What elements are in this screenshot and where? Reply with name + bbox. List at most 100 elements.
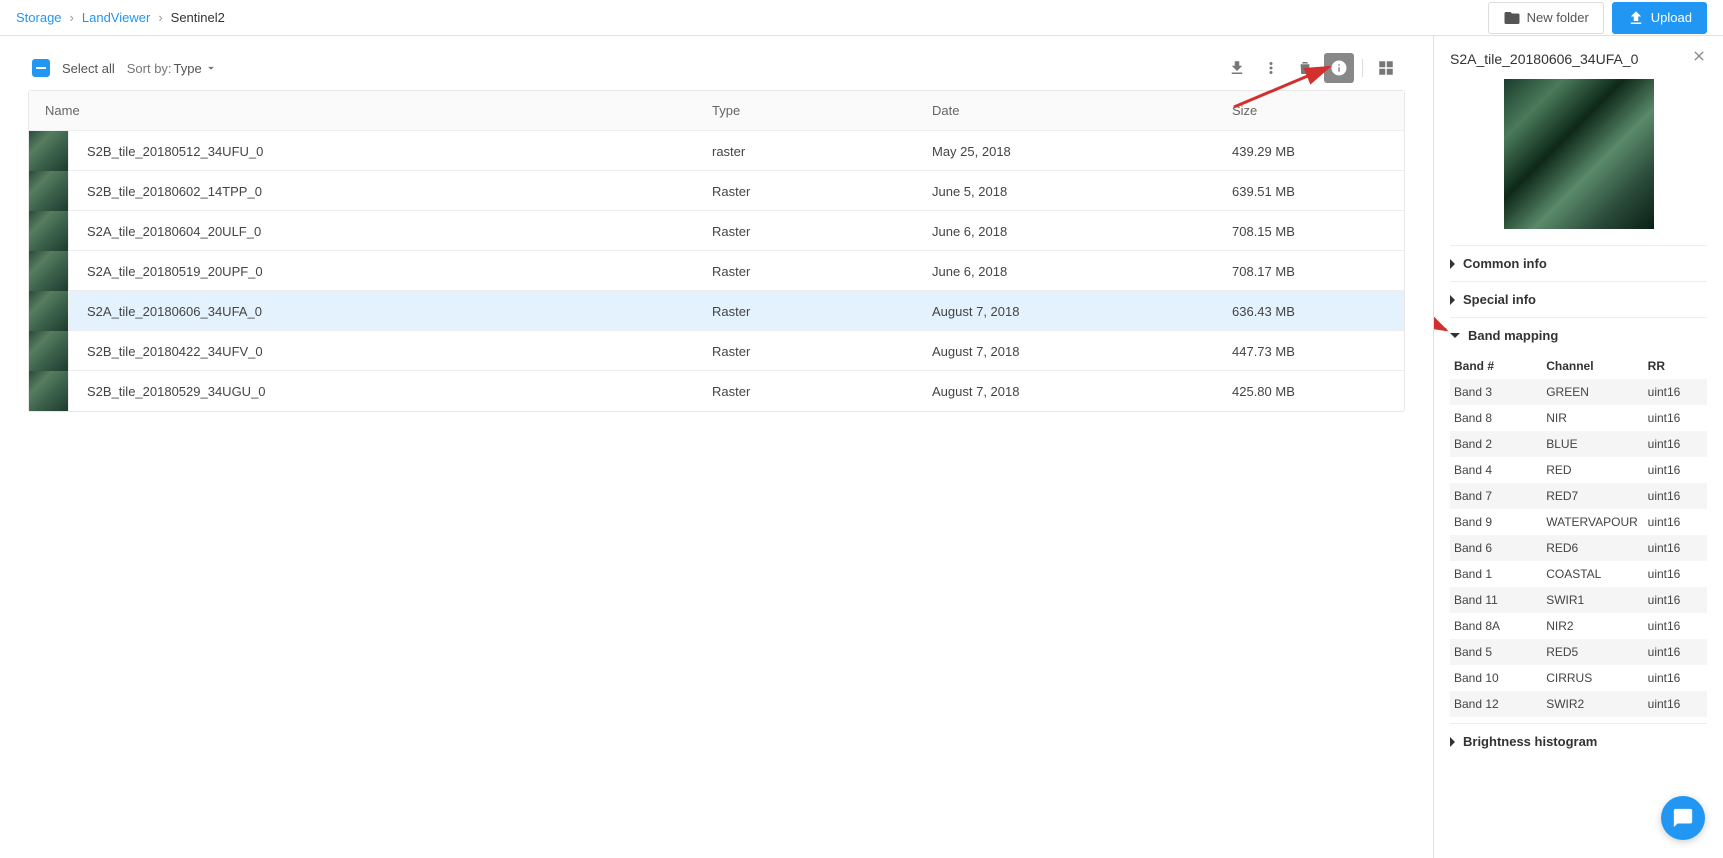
- band-row: Band 6RED6uint16: [1450, 535, 1707, 561]
- band-rr: uint16: [1648, 593, 1703, 607]
- section-band-mapping[interactable]: Band mapping: [1450, 317, 1707, 353]
- cell-size: 447.73 MB: [1232, 344, 1392, 359]
- cell-name: S2A_tile_20180604_20ULF_0: [87, 224, 712, 239]
- row-thumbnail: [29, 211, 69, 251]
- band-rr: uint16: [1648, 463, 1703, 477]
- band-channel: NIR2: [1546, 619, 1647, 633]
- band-row: Band 1COASTALuint16: [1450, 561, 1707, 587]
- row-thumbnail: [29, 371, 69, 411]
- folder-plus-icon: [1503, 9, 1521, 27]
- cell-date: June 5, 2018: [932, 184, 1232, 199]
- band-row: Band 8NIRuint16: [1450, 405, 1707, 431]
- breadcrumb-link-landviewer[interactable]: LandViewer: [82, 10, 150, 25]
- cell-size: 708.17 MB: [1232, 264, 1392, 279]
- section-brightness-histogram[interactable]: Brightness histogram: [1450, 723, 1707, 759]
- band-rr: uint16: [1648, 515, 1703, 529]
- panel-title: S2A_tile_20180606_34UFA_0: [1450, 51, 1638, 67]
- bandcol-channel: Channel: [1546, 359, 1647, 373]
- band-rr: uint16: [1648, 437, 1703, 451]
- band-rr: uint16: [1648, 385, 1703, 399]
- band-num: Band 7: [1454, 489, 1546, 503]
- cell-type: Raster: [712, 344, 932, 359]
- breadcrumb-sep: ›: [158, 10, 162, 25]
- cell-size: 439.29 MB: [1232, 144, 1392, 159]
- chevron-right-icon: [1450, 295, 1455, 305]
- info-icon: [1330, 59, 1348, 77]
- breadcrumb-sep: ›: [70, 10, 74, 25]
- delete-button[interactable]: [1290, 53, 1320, 83]
- cell-type: Raster: [712, 224, 932, 239]
- band-rr: uint16: [1648, 567, 1703, 581]
- section-special-info[interactable]: Special info: [1450, 281, 1707, 317]
- info-button[interactable]: [1324, 53, 1354, 83]
- band-num: Band 4: [1454, 463, 1546, 477]
- cell-date: June 6, 2018: [932, 224, 1232, 239]
- sort-control[interactable]: Sort by: Type: [127, 61, 218, 76]
- page-header: Storage › LandViewer › Sentinel2 New fol…: [0, 0, 1723, 36]
- more-vert-icon: [1262, 59, 1280, 77]
- row-thumbnail: [29, 331, 69, 371]
- band-row: Band 12SWIR2uint16: [1450, 691, 1707, 717]
- breadcrumb: Storage › LandViewer › Sentinel2: [16, 10, 225, 25]
- section-common-info[interactable]: Common info: [1450, 245, 1707, 281]
- new-folder-button[interactable]: New folder: [1488, 2, 1604, 34]
- band-num: Band 12: [1454, 697, 1546, 711]
- chevron-right-icon: [1450, 737, 1455, 747]
- cell-date: August 7, 2018: [932, 344, 1232, 359]
- cell-name: S2B_tile_20180512_34UFU_0: [87, 144, 712, 159]
- band-num: Band 6: [1454, 541, 1546, 555]
- row-thumbnail: [29, 131, 69, 171]
- bandcol-band: Band #: [1454, 359, 1546, 373]
- cell-size: 639.51 MB: [1232, 184, 1392, 199]
- breadcrumb-link-storage[interactable]: Storage: [16, 10, 62, 25]
- breadcrumb-current: Sentinel2: [171, 10, 225, 25]
- col-name[interactable]: Name: [35, 103, 712, 118]
- band-channel: SWIR2: [1546, 697, 1647, 711]
- select-all-label: Select all: [62, 61, 115, 76]
- row-thumbnail: [29, 171, 69, 211]
- col-type[interactable]: Type: [712, 103, 932, 118]
- table-row[interactable]: S2A_tile_20180606_34UFA_0RasterAugust 7,…: [29, 291, 1404, 331]
- grid-view-button[interactable]: [1371, 53, 1401, 83]
- band-rr: uint16: [1648, 645, 1703, 659]
- band-mapping-table: Band # Channel RR Band 3GREENuint16Band …: [1450, 353, 1707, 717]
- col-size[interactable]: Size: [1232, 103, 1392, 118]
- table-row[interactable]: S2B_tile_20180602_14TPP_0RasterJune 5, 2…: [29, 171, 1404, 211]
- cell-type: Raster: [712, 184, 932, 199]
- band-rr: uint16: [1648, 671, 1703, 685]
- more-button[interactable]: [1256, 53, 1286, 83]
- band-row: Band 3GREENuint16: [1450, 379, 1707, 405]
- band-row: Band 2BLUEuint16: [1450, 431, 1707, 457]
- col-date[interactable]: Date: [932, 103, 1232, 118]
- cell-name: S2A_tile_20180606_34UFA_0: [87, 304, 712, 319]
- table-row[interactable]: S2B_tile_20180512_34UFU_0rasterMay 25, 2…: [29, 131, 1404, 171]
- band-channel: BLUE: [1546, 437, 1647, 451]
- upload-label: Upload: [1651, 10, 1692, 25]
- band-num: Band 9: [1454, 515, 1546, 529]
- band-num: Band 5: [1454, 645, 1546, 659]
- upload-button[interactable]: Upload: [1612, 2, 1707, 34]
- band-row: Band 11SWIR1uint16: [1450, 587, 1707, 613]
- download-icon: [1228, 59, 1246, 77]
- download-button[interactable]: [1222, 53, 1252, 83]
- band-num: Band 11: [1454, 593, 1546, 607]
- chat-fab-button[interactable]: [1661, 796, 1705, 840]
- table-row[interactable]: S2A_tile_20180519_20UPF_0RasterJune 6, 2…: [29, 251, 1404, 291]
- table-row[interactable]: S2A_tile_20180604_20ULF_0RasterJune 6, 2…: [29, 211, 1404, 251]
- table-header: Name Type Date Size: [29, 91, 1404, 131]
- chevron-right-icon: [1450, 259, 1455, 269]
- band-channel: SWIR1: [1546, 593, 1647, 607]
- band-channel: RED: [1546, 463, 1647, 477]
- close-panel-button[interactable]: [1691, 48, 1707, 69]
- cell-name: S2B_tile_20180529_34UGU_0: [87, 384, 712, 399]
- cell-name: S2B_tile_20180422_34UFV_0: [87, 344, 712, 359]
- bandcol-rr: RR: [1648, 359, 1703, 373]
- band-row: Band 8ANIR2uint16: [1450, 613, 1707, 639]
- band-channel: RED6: [1546, 541, 1647, 555]
- table-row[interactable]: S2B_tile_20180422_34UFV_0RasterAugust 7,…: [29, 331, 1404, 371]
- select-all-checkbox[interactable]: [32, 59, 50, 77]
- sort-label: Sort by:: [127, 61, 172, 76]
- section-label: Band mapping: [1468, 328, 1558, 343]
- close-icon: [1691, 48, 1707, 64]
- table-row[interactable]: S2B_tile_20180529_34UGU_0RasterAugust 7,…: [29, 371, 1404, 411]
